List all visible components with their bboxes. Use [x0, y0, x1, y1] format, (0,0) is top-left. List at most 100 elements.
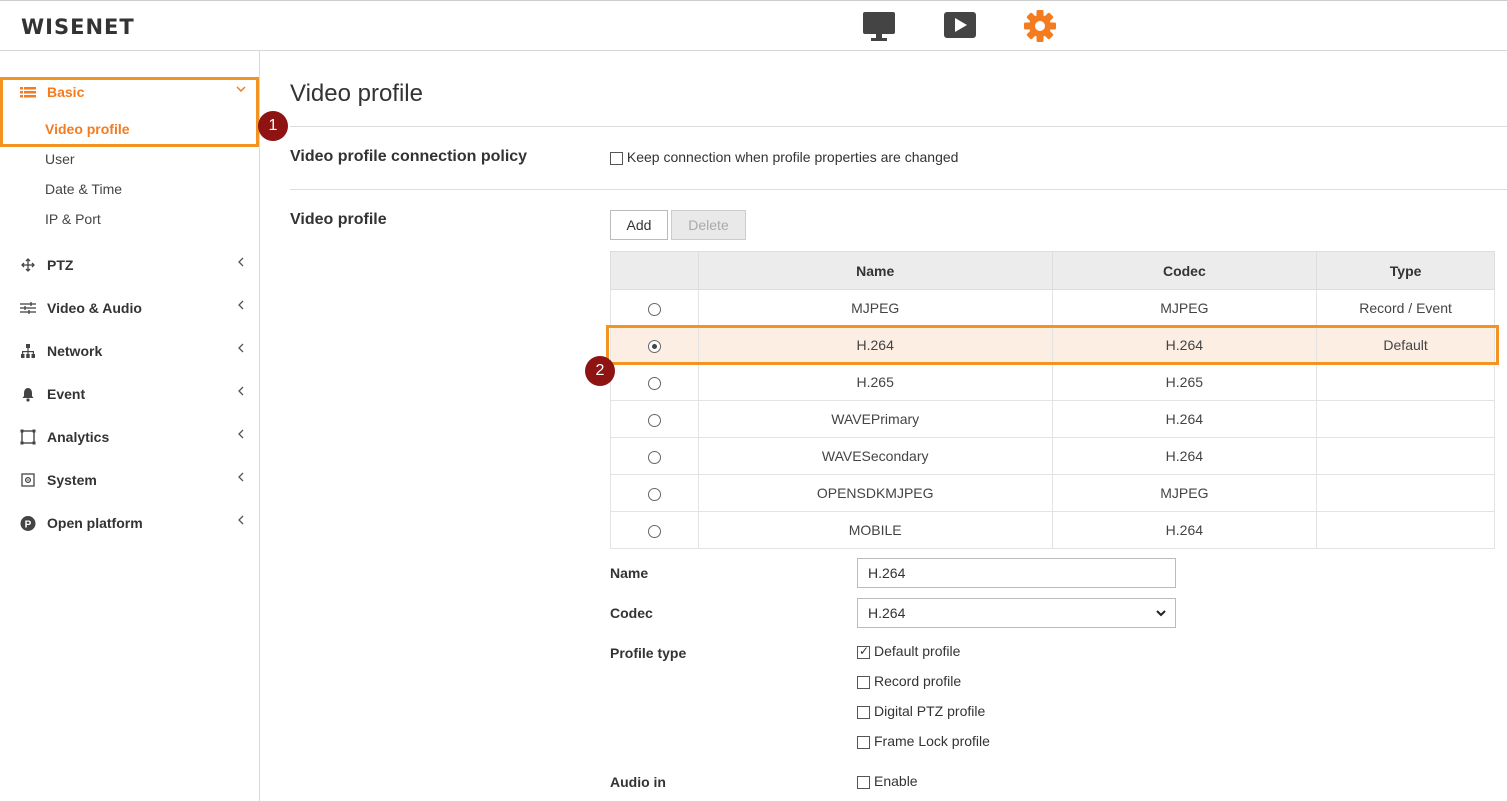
sidebar-item-ptz[interactable]: PTZ	[0, 250, 259, 280]
profile-codec-cell: H.264	[1051, 437, 1318, 475]
sidebar-item-network[interactable]: Network	[0, 336, 259, 366]
table-row[interactable]: WAVESecondary H.264	[610, 437, 1495, 475]
annotation-highlight-row	[606, 325, 1499, 365]
sidebar-subitem-date-time[interactable]: Date & Time	[45, 181, 122, 197]
audio-in-label: Audio in	[610, 774, 666, 790]
profile-type-cell	[1316, 437, 1495, 475]
sidebar-item-label: Open platform	[47, 515, 143, 531]
table-row[interactable]: MOBILE H.264	[610, 511, 1495, 549]
frame-lock-profile-option[interactable]: Frame Lock profile	[857, 733, 990, 749]
sidebar-item-analytics[interactable]: Analytics	[0, 422, 259, 452]
profile-radio[interactable]	[647, 524, 661, 538]
sidebar-item-label: Network	[47, 343, 103, 359]
sidebar-item-open-platform[interactable]: P Open platform	[0, 508, 259, 538]
name-label: Name	[610, 565, 649, 581]
codec-label: Codec	[610, 605, 653, 621]
option-label: Default profile	[874, 643, 961, 659]
chevron-left-icon	[234, 513, 248, 527]
profile-radio[interactable]	[647, 450, 661, 464]
sliders-icon	[19, 299, 37, 317]
sidebar-subitem-ip-port[interactable]: IP & Port	[45, 211, 101, 227]
annotation-highlight-sidebar	[0, 77, 259, 147]
top-bar: WISENET	[0, 0, 1507, 51]
profile-codec-cell: H.265	[1051, 363, 1318, 401]
codec-select[interactable]: H.264	[857, 598, 1176, 628]
sidebar-item-label: Video & Audio	[47, 300, 142, 316]
sidebar-item-event[interactable]: Event	[0, 379, 259, 409]
option-label: Enable	[874, 773, 918, 789]
video-profile-table: Name Codec Type MJPEG MJPEG Record / Eve…	[610, 251, 1495, 549]
profile-radio[interactable]	[647, 376, 661, 390]
gear-icon[interactable]	[1022, 9, 1058, 43]
audio-enable-option[interactable]: Enable	[857, 773, 918, 789]
delete-button[interactable]: Delete	[671, 210, 746, 240]
profile-name-cell: H.265	[697, 363, 1053, 401]
sidebar-item-video-audio[interactable]: Video & Audio	[0, 293, 259, 323]
sidebar-item-label: Analytics	[47, 429, 110, 445]
page-title: Video profile	[290, 80, 423, 107]
add-button[interactable]: Add	[610, 210, 668, 240]
sidebar-item-system[interactable]: System	[0, 465, 259, 495]
digital-ptz-profile-option[interactable]: Digital PTZ profile	[857, 703, 985, 719]
chevron-left-icon	[234, 427, 248, 441]
audio-enable-checkbox[interactable]	[857, 775, 870, 789]
frame-lock-profile-checkbox[interactable]	[857, 735, 870, 749]
profile-codec-cell: MJPEG	[1051, 474, 1318, 512]
play-icon[interactable]	[942, 9, 978, 43]
move-icon	[19, 256, 37, 274]
annotation-badge: 2	[585, 356, 615, 386]
profile-radio[interactable]	[647, 302, 661, 316]
profile-name-cell: OPENSDKMJPEG	[697, 474, 1053, 512]
profile-codec-cell: H.264	[1051, 511, 1318, 549]
connection-policy-label: Video profile connection policy	[290, 148, 528, 165]
profile-radio[interactable]	[647, 413, 661, 427]
keep-connection-checkbox[interactable]	[610, 151, 623, 165]
video-profile-section-label: Video profile	[290, 211, 387, 228]
table-row[interactable]: WAVEPrimary H.264	[610, 400, 1495, 438]
column-header-select	[610, 251, 699, 290]
chevron-left-icon	[234, 298, 248, 312]
record-profile-option[interactable]: Record profile	[857, 673, 961, 689]
profile-type-cell	[1316, 400, 1495, 438]
sidebar-subitem-user[interactable]: User	[45, 151, 75, 167]
keep-connection-option[interactable]: Keep connection when profile properties …	[610, 149, 958, 165]
keep-connection-label: Keep connection when profile properties …	[626, 149, 959, 165]
profile-name-cell: WAVEPrimary	[697, 400, 1053, 438]
table-row[interactable]: H.265 H.265	[610, 363, 1495, 401]
column-header-codec: Codec	[1051, 251, 1318, 290]
chevron-left-icon	[234, 255, 248, 269]
record-profile-checkbox[interactable]	[857, 675, 870, 689]
sidebar: Basic Video profile User Date & Time IP …	[0, 51, 260, 801]
codec-select-value: H.264	[868, 605, 906, 621]
profile-radio[interactable]	[647, 487, 661, 501]
system-icon	[19, 471, 37, 489]
default-profile-checkbox[interactable]	[857, 644, 870, 659]
option-label: Record profile	[874, 673, 962, 689]
monitor-icon[interactable]	[861, 9, 897, 43]
wisenet-logo: WISENET	[21, 15, 135, 39]
profile-type-cell: Record / Event	[1316, 289, 1495, 327]
profile-codec-cell: H.264	[1051, 400, 1318, 438]
profile-name-cell: MJPEG	[697, 289, 1053, 327]
column-header-type: Type	[1316, 251, 1495, 290]
annotation-badge: 1	[258, 111, 288, 141]
sidebar-item-label: Event	[47, 386, 86, 402]
profile-type-cell	[1316, 363, 1495, 401]
chevron-left-icon	[234, 384, 248, 398]
default-profile-option[interactable]: Default profile	[857, 643, 960, 659]
option-label: Frame Lock profile	[874, 733, 990, 749]
table-header-row: Name Codec Type	[610, 251, 1495, 290]
profile-name-cell: MOBILE	[697, 511, 1053, 549]
divider	[290, 189, 1507, 190]
sidebar-item-label: System	[47, 472, 97, 488]
analytics-icon	[19, 428, 37, 446]
table-row[interactable]: OPENSDKMJPEG MJPEG	[610, 474, 1495, 512]
network-icon	[19, 342, 37, 360]
name-field[interactable]	[857, 558, 1176, 588]
digital-ptz-profile-checkbox[interactable]	[857, 705, 870, 719]
option-label: Digital PTZ profile	[874, 703, 986, 719]
platform-icon: P	[19, 514, 37, 532]
table-row[interactable]: MJPEG MJPEG Record / Event	[610, 289, 1495, 327]
bell-icon	[19, 385, 37, 403]
profile-type-cell	[1316, 474, 1495, 512]
